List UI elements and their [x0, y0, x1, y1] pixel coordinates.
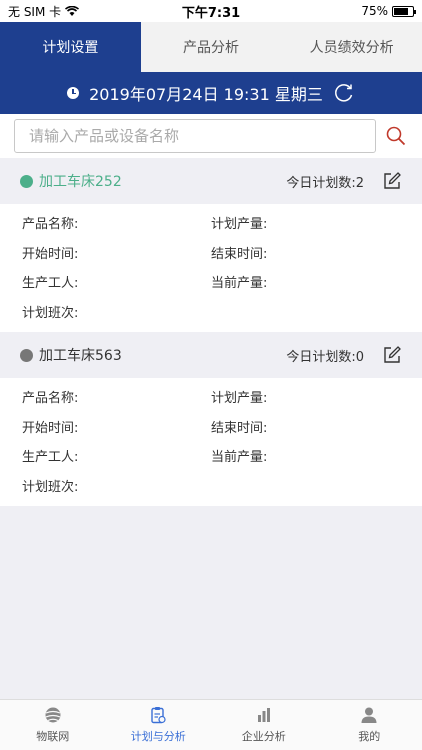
edit-icon[interactable] [382, 345, 402, 365]
plan-count: 今日计划数:0 [286, 349, 364, 365]
product-name-label: 产品名称: [22, 391, 79, 407]
edit-icon[interactable] [382, 171, 402, 191]
clipboard-icon [149, 706, 167, 724]
search-row [0, 114, 422, 158]
device-name: 加工车床252 [39, 174, 122, 190]
end-time-label: 结束时间: [211, 420, 268, 436]
device-header[interactable]: 加工车床252 今日计划数:2 [0, 158, 422, 204]
tab-staff-performance[interactable]: 人员绩效分析 [281, 22, 422, 72]
battery-percent: 75% [361, 4, 388, 18]
device-name: 加工车床563 [39, 348, 122, 364]
shift-label: 计划班次: [22, 479, 79, 495]
carrier-label: 无 SIM 卡 [8, 4, 62, 19]
device-header[interactable]: 加工车床563 今日计划数:0 [0, 332, 422, 378]
nav-enterprise-analysis-label: 企业分析 [241, 730, 286, 743]
start-time-label: 开始时间: [22, 246, 79, 262]
detail-row: 开始时间: 结束时间: [0, 412, 422, 442]
detail-row: 产品名称: 计划产量: [0, 382, 422, 412]
current-output-label: 当前产量: [211, 450, 268, 466]
worker-label: 生产工人: [22, 450, 79, 466]
nav-plan-analysis[interactable]: 计划与分析 [106, 700, 212, 750]
nav-plan-analysis-label: 计划与分析 [130, 730, 186, 743]
worker-label: 生产工人: [22, 276, 79, 292]
datetime-label: 2019年07月24日 19:31 星期三 [89, 85, 323, 104]
top-tabs: 计划设置 产品分析 人员绩效分析 [0, 22, 422, 72]
end-time-label: 结束时间: [211, 246, 268, 262]
start-time-label: 开始时间: [22, 420, 79, 436]
nav-mine[interactable]: 我的 [317, 700, 422, 750]
search-input[interactable] [14, 119, 376, 153]
status-left: 无 SIM 卡 [8, 3, 148, 20]
plan-count: 今日计划数:2 [286, 175, 364, 191]
detail-row: 生产工人: 当前产量: [0, 441, 422, 471]
status-right: 75% [274, 4, 416, 18]
search-icon[interactable] [384, 124, 408, 148]
bottom-nav: 物联网 计划与分析 企业分析 我的 [0, 699, 422, 750]
nav-mine-label: 我的 [358, 730, 381, 743]
person-icon [360, 706, 378, 724]
refresh-icon[interactable] [333, 82, 355, 104]
current-output-label: 当前产量: [211, 276, 268, 292]
tab-plan-settings[interactable]: 计划设置 [0, 22, 141, 72]
device-card: 加工车床563 今日计划数:0 产品名称: 计划产量: 开始时间: 结束时间: … [0, 332, 422, 506]
detail-row: 计划班次: [0, 471, 422, 501]
date-bar: 2019年07月24日 19:31 星期三 [0, 72, 422, 114]
battery-fill [394, 7, 408, 15]
tab-product-analysis[interactable]: 产品分析 [141, 22, 282, 72]
device-details: 产品名称: 计划产量: 开始时间: 结束时间: 生产工人: 当前产量: 计划班次… [0, 378, 422, 506]
device-details: 产品名称: 计划产量: 开始时间: 结束时间: 生产工人: 当前产量: 计划班次… [0, 204, 422, 332]
plan-output-label: 计划产量: [211, 217, 268, 233]
status-dot-icon [20, 348, 33, 362]
clock-icon [67, 87, 80, 99]
detail-row: 生产工人: 当前产量: [0, 267, 422, 297]
device-card: 加工车床252 今日计划数:2 产品名称: 计划产量: 开始时间: 结束时间: … [0, 158, 422, 332]
plan-output-label: 计划产量: [211, 391, 268, 407]
nav-iot-label: 物联网 [36, 730, 70, 743]
status-dot-icon [20, 174, 33, 188]
globe-icon [44, 706, 62, 724]
nav-iot[interactable]: 物联网 [0, 700, 106, 750]
detail-row: 开始时间: 结束时间: [0, 238, 422, 268]
status-bar: 无 SIM 卡 下午7:31 75% [0, 0, 422, 22]
product-name-label: 产品名称: [22, 217, 79, 233]
battery-icon [392, 5, 416, 17]
nav-enterprise-analysis[interactable]: 企业分析 [211, 700, 317, 750]
detail-row: 计划班次: [0, 297, 422, 327]
detail-row: 产品名称: 计划产量: [0, 208, 422, 238]
bar-chart-icon [255, 706, 273, 724]
clock-label: 下午7:31 [181, 5, 241, 21]
shift-label: 计划班次: [22, 305, 79, 321]
wifi-icon [65, 6, 80, 16]
